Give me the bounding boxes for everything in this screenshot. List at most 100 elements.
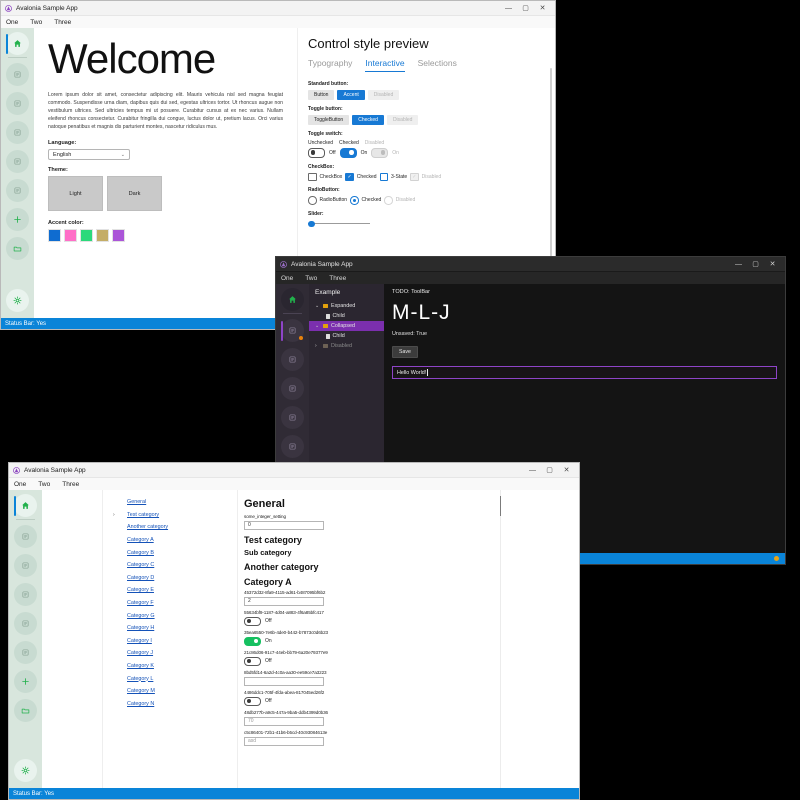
- checkbox-checked[interactable]: ✓: [345, 172, 354, 181]
- slider[interactable]: [308, 220, 370, 228]
- statusbar-notification-icon[interactable]: [774, 556, 779, 561]
- rail-list-button-4[interactable]: [281, 406, 304, 429]
- rail-list-button-5[interactable]: [6, 179, 29, 202]
- rail-list-button-2[interactable]: [281, 348, 304, 371]
- chevron-down-icon[interactable]: ⌄: [315, 303, 320, 309]
- rail-list-button-1[interactable]: [281, 319, 304, 342]
- setting-toggle[interactable]: [244, 616, 261, 626]
- tab-typography[interactable]: Typography: [308, 58, 352, 72]
- tab-selections[interactable]: Selections: [418, 58, 457, 72]
- setting-input[interactable]: 0: [244, 520, 324, 530]
- menu-item-two[interactable]: Two: [38, 481, 50, 488]
- minimize-button[interactable]: —: [730, 258, 747, 271]
- titlebar[interactable]: Avalonia Sample App — ▢ ✕: [1, 1, 555, 16]
- rail-settings-button[interactable]: [6, 289, 29, 312]
- setting-input[interactable]: 2: [244, 596, 324, 606]
- menu-item-one[interactable]: One: [281, 275, 293, 282]
- chevron-down-icon[interactable]: ⌄: [315, 323, 320, 329]
- tree-node-expanded[interactable]: ⌄ Expanded: [309, 301, 384, 311]
- nav-item-test-category[interactable]: › Test category: [103, 509, 237, 522]
- nav-item-category-n[interactable]: Category N: [103, 698, 237, 711]
- slider-thumb[interactable]: [308, 220, 315, 227]
- menu-item-three[interactable]: Three: [329, 275, 346, 282]
- rail-list-button-1[interactable]: [6, 63, 29, 86]
- nav-item-category-e[interactable]: Category E: [103, 584, 237, 597]
- rail-home-button[interactable]: [14, 494, 37, 517]
- maximize-button[interactable]: ▢: [517, 2, 534, 15]
- nav-item-another-category[interactable]: Another category: [103, 521, 237, 534]
- toggle-button[interactable]: ToggleButton: [308, 115, 350, 125]
- nav-item-general[interactable]: General: [103, 496, 237, 509]
- accent-swatch-blue[interactable]: [48, 229, 61, 243]
- tree-node-child-2[interactable]: Child: [309, 331, 384, 341]
- menu-item-two[interactable]: Two: [30, 19, 42, 26]
- theme-light-button[interactable]: Light: [48, 176, 103, 212]
- rail-list-button-5[interactable]: [281, 435, 304, 458]
- accent-swatch-tan[interactable]: [96, 229, 109, 243]
- close-button[interactable]: ✕: [558, 464, 575, 477]
- radio-unchecked[interactable]: [308, 196, 317, 205]
- rail-home-button[interactable]: [6, 32, 29, 55]
- menu-item-one[interactable]: One: [6, 19, 18, 26]
- standard-button[interactable]: Button: [308, 90, 335, 100]
- nav-item-category-d[interactable]: Category D: [103, 572, 237, 585]
- window-settings[interactable]: Avalonia Sample App — ▢ ✕ One Two Three …: [8, 462, 580, 800]
- setting-input[interactable]: asd: [244, 736, 324, 746]
- rail-list-button-1[interactable]: [14, 525, 37, 548]
- accent-swatch-purple[interactable]: [112, 229, 125, 243]
- nav-item-category-f[interactable]: Category F: [103, 597, 237, 610]
- rail-list-button-5[interactable]: [14, 641, 37, 664]
- maximize-button[interactable]: ▢: [747, 258, 764, 271]
- menu-item-three[interactable]: Three: [54, 19, 71, 26]
- rail-add-button[interactable]: [14, 670, 37, 693]
- rail-folder-button[interactable]: [14, 699, 37, 722]
- rail-list-button-2[interactable]: [14, 554, 37, 577]
- close-button[interactable]: ✕: [764, 258, 781, 271]
- setting-toggle[interactable]: [244, 636, 261, 646]
- maximize-button[interactable]: ▢: [541, 464, 558, 477]
- checkbox-three-state[interactable]: [379, 172, 389, 181]
- tree-node-child-1[interactable]: Child: [309, 311, 384, 321]
- nav-item-category-h[interactable]: Category H: [103, 622, 237, 635]
- toggle-switch-on[interactable]: [339, 148, 357, 158]
- nav-item-category-c[interactable]: Category C: [103, 559, 237, 572]
- rail-list-button-3[interactable]: [6, 121, 29, 144]
- rail-list-button-4[interactable]: [6, 150, 29, 173]
- rail-list-button-3[interactable]: [14, 583, 37, 606]
- setting-input[interactable]: 70: [244, 716, 324, 726]
- rail-add-button[interactable]: [6, 208, 29, 231]
- rail-list-button-3[interactable]: [281, 377, 304, 400]
- close-button[interactable]: ✕: [534, 2, 551, 15]
- rail-folder-button[interactable]: [6, 237, 29, 260]
- checkbox-unchecked[interactable]: [308, 172, 317, 181]
- theme-dark-button[interactable]: Dark: [107, 176, 162, 212]
- titlebar[interactable]: Avalonia Sample App — ▢ ✕: [9, 463, 579, 478]
- setting-input[interactable]: [244, 676, 324, 686]
- chevron-right-icon[interactable]: ›: [113, 512, 115, 518]
- accent-swatch-green[interactable]: [80, 229, 93, 243]
- accent-swatch-pink[interactable]: [64, 229, 77, 243]
- nav-item-category-k[interactable]: Category K: [103, 660, 237, 673]
- nav-item-category-a[interactable]: Category A: [103, 534, 237, 547]
- save-button[interactable]: Save: [392, 346, 418, 358]
- setting-toggle[interactable]: [244, 656, 261, 666]
- nav-item-category-l[interactable]: Category L: [103, 672, 237, 685]
- tab-interactive[interactable]: Interactive: [365, 58, 405, 72]
- tree-node-collapsed[interactable]: ⌄ Collapsed: [309, 321, 384, 331]
- menu-item-three[interactable]: Three: [62, 481, 79, 488]
- rail-list-button-2[interactable]: [6, 92, 29, 115]
- menu-item-two[interactable]: Two: [305, 275, 317, 282]
- nav-item-category-j[interactable]: Category J: [103, 647, 237, 660]
- rail-home-button[interactable]: [281, 288, 304, 311]
- menu-item-one[interactable]: One: [14, 481, 26, 488]
- toggle-checked-button[interactable]: Checked: [352, 115, 384, 125]
- rail-settings-button[interactable]: [14, 759, 37, 782]
- nav-item-category-b[interactable]: Category B: [103, 546, 237, 559]
- titlebar[interactable]: Avalonia Sample App — ▢ ✕: [276, 257, 785, 272]
- nav-item-category-g[interactable]: Category G: [103, 609, 237, 622]
- minimize-button[interactable]: —: [524, 464, 541, 477]
- rail-list-button-4[interactable]: [14, 612, 37, 635]
- minimize-button[interactable]: —: [500, 2, 517, 15]
- language-combobox[interactable]: English ⌄: [48, 149, 130, 161]
- editor-textbox[interactable]: Hello World!: [392, 366, 777, 379]
